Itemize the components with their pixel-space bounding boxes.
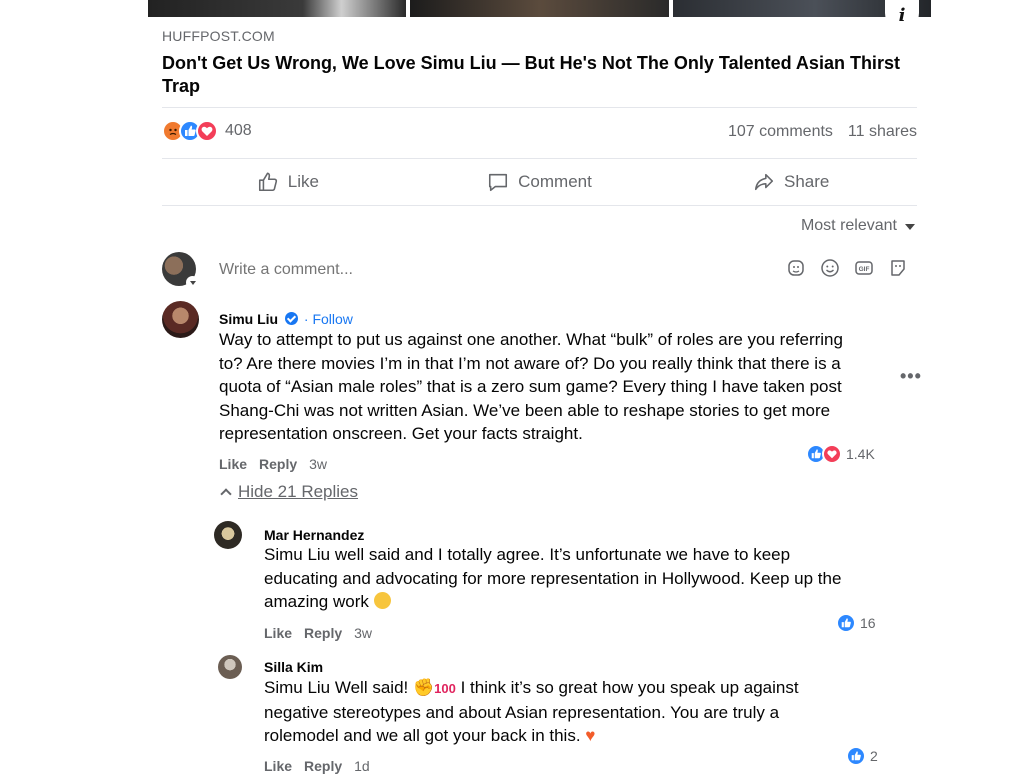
verified-badge-icon xyxy=(285,312,299,325)
comment-sort-dropdown[interactable]: Most relevant xyxy=(801,217,915,235)
comment-author[interactable]: Simu Liu · Follow xyxy=(219,311,353,327)
comment-meta: Like Reply 1d xyxy=(264,758,370,774)
comment-meta: Like Reply 3w xyxy=(219,456,327,472)
hundred-points-emoji-icon: 100 xyxy=(434,681,456,696)
comment-like-button[interactable]: Like xyxy=(264,758,292,774)
comment-line-text: rolemodel and we all got your back in th… xyxy=(264,726,581,745)
article-image-1 xyxy=(148,0,407,17)
share-button-label: Share xyxy=(783,172,830,191)
comment-line: quota of “Asian male roles” that is a ze… xyxy=(219,377,842,396)
love-reaction-icon xyxy=(822,444,842,464)
comment-line-first: Simu Liu Well said! ✊100 I think it’s so… xyxy=(264,676,799,701)
comment-reply-button[interactable]: Reply xyxy=(259,456,297,472)
current-user-avatar[interactable] xyxy=(162,252,199,289)
chevron-down-icon[interactable] xyxy=(186,276,199,289)
comment-line-last: rolemodel and we all got your back in th… xyxy=(264,724,799,748)
sort-label: Most relevant xyxy=(800,217,897,234)
comment-line: Shang-Chi was not written Asian. We’ve b… xyxy=(219,400,831,420)
avatar-sticker-icon[interactable] xyxy=(786,258,806,278)
info-icon[interactable]: i xyxy=(885,0,919,30)
smiling-emoji-icon xyxy=(373,592,391,609)
follow-link[interactable]: · Follow xyxy=(304,311,353,327)
comment-reaction-count: 16 xyxy=(860,615,876,631)
chevron-up-icon xyxy=(220,488,232,500)
share-button[interactable]: Share xyxy=(665,159,917,205)
like-reaction-icon xyxy=(836,613,856,633)
like-button[interactable]: Like xyxy=(162,159,414,205)
comment-button-label: Comment xyxy=(518,172,592,191)
comment-line-text: amazing work xyxy=(264,592,369,611)
comment-author-name[interactable]: Simu Liu xyxy=(219,311,278,327)
share-icon xyxy=(754,173,774,191)
divider xyxy=(162,107,917,108)
comment-line-text: Simu Liu Well said! xyxy=(264,678,409,697)
comment-timestamp[interactable]: 3w xyxy=(354,625,372,641)
comment-reactions[interactable]: 2 xyxy=(846,746,878,766)
shares-count[interactable]: 11 shares xyxy=(848,123,917,141)
heart-emoji-icon: ♥ xyxy=(585,726,596,745)
comment-reactions[interactable]: 16 xyxy=(836,613,876,633)
emoji-icon[interactable] xyxy=(820,258,840,278)
commenter-avatar[interactable] xyxy=(162,301,199,338)
link-headline[interactable]: Don't Get Us Wrong, We Love Simu Liu — B… xyxy=(162,52,902,98)
comment-line-last: amazing work xyxy=(264,590,841,614)
comment-line: educating and advocating for more repres… xyxy=(264,568,842,588)
hide-replies-button[interactable]: Hide 21 Replies xyxy=(220,482,359,502)
comment-line: representation onscreen. Get your facts … xyxy=(219,424,583,443)
comment-reaction-count: 1.4K xyxy=(846,446,875,462)
comment-body: Simu Liu well said and I totally agree. … xyxy=(264,543,841,614)
composer-icons: GIF xyxy=(786,258,908,278)
sticker-icon[interactable] xyxy=(888,258,908,278)
post-action-bar: Like Comment Share xyxy=(162,159,917,205)
comment-line-text: I think it’s so great how you speak up a… xyxy=(460,678,799,697)
gif-icon[interactable]: GIF xyxy=(854,258,874,278)
article-image-strip[interactable] xyxy=(148,0,931,17)
comment-timestamp[interactable]: 1d xyxy=(354,758,370,774)
comment-line: Way to attempt to put us against one ano… xyxy=(219,330,843,349)
commenter-avatar[interactable] xyxy=(214,521,242,549)
divider xyxy=(162,205,917,206)
comment-icon xyxy=(489,173,508,192)
article-image-2 xyxy=(410,0,669,17)
comment-reply-button[interactable]: Reply xyxy=(304,625,342,641)
comment-like-button[interactable]: Like xyxy=(264,625,292,641)
like-button-label: Like xyxy=(287,172,319,191)
comment-meta: Like Reply 3w xyxy=(264,625,372,641)
thumbs-up-icon xyxy=(258,172,277,192)
comment-body: Way to attempt to put us against one ano… xyxy=(219,328,843,446)
caret-down-icon xyxy=(905,224,915,230)
comment-timestamp[interactable]: 3w xyxy=(309,456,327,472)
reaction-summary[interactable]: 408 xyxy=(162,120,252,142)
comment-line: negative stereotypes and about Asian rep… xyxy=(264,702,780,722)
like-reaction-icon xyxy=(846,746,866,766)
flexed-biceps-emoji-icon: ✊ xyxy=(412,678,435,697)
write-comment-input[interactable] xyxy=(219,258,779,282)
more-options-icon[interactable]: ••• xyxy=(900,366,922,387)
comments-count[interactable]: 107 comments xyxy=(728,123,833,141)
comment-like-button[interactable]: Like xyxy=(219,456,247,472)
comment-reactions[interactable]: 1.4K xyxy=(806,444,875,464)
comment-line: to? Are there movies I’m in that I’m not… xyxy=(219,353,841,373)
reaction-count: 408 xyxy=(225,122,252,139)
link-source: HUFFPOST.COM xyxy=(162,28,275,44)
comment-reply-button[interactable]: Reply xyxy=(304,758,342,774)
love-reaction-icon xyxy=(196,120,218,142)
svg-text:GIF: GIF xyxy=(859,266,870,273)
comment-body: Simu Liu Well said! ✊100 I think it’s so… xyxy=(264,676,799,748)
comment-author-name[interactable]: Silla Kim xyxy=(264,659,323,675)
comment-reaction-count: 2 xyxy=(870,748,878,764)
comment-author-name[interactable]: Mar Hernandez xyxy=(264,527,364,543)
hide-replies-label: Hide 21 Replies xyxy=(238,482,359,501)
comment-button[interactable]: Comment xyxy=(414,159,666,205)
engagement-counts: 107 comments 11 shares xyxy=(728,123,917,141)
comment-line: Simu Liu well said and I totally agree. … xyxy=(264,545,791,564)
commenter-avatar[interactable] xyxy=(218,655,242,679)
